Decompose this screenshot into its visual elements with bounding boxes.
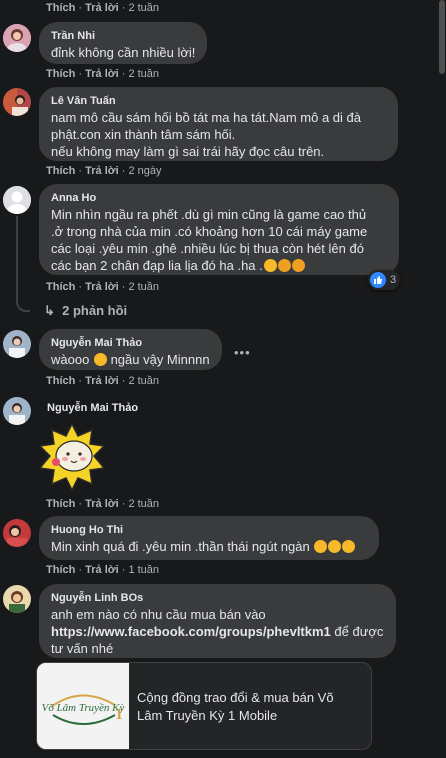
avatar[interactable] bbox=[3, 519, 31, 547]
comment-actions: Thích · Trả lời · 2 tuần bbox=[46, 2, 160, 14]
avatar[interactable] bbox=[3, 88, 31, 116]
scrollbar-thumb[interactable] bbox=[439, 0, 445, 74]
avatar[interactable] bbox=[3, 585, 31, 613]
comment-text-line: phật.con xin thành tâm sám hối. bbox=[51, 127, 236, 142]
avatar[interactable] bbox=[3, 397, 31, 425]
star-struck-emoji bbox=[314, 540, 328, 553]
avatar-image bbox=[3, 88, 31, 116]
svg-text:1: 1 bbox=[115, 706, 123, 723]
avatar-image bbox=[3, 397, 31, 425]
comment-bubble: Trần Nhi đỉnk không cần nhiều lời! bbox=[39, 22, 207, 64]
view-replies-button[interactable]: ↳ 2 phản hồi bbox=[44, 303, 127, 319]
sticker-image[interactable] bbox=[36, 422, 108, 492]
star-struck-emoji bbox=[291, 259, 305, 272]
comment-text-line: nam mô cầu sám hối bồ tát ma ha tát.Nam … bbox=[51, 110, 361, 125]
author-name[interactable]: Nguyễn Mai Thảo bbox=[51, 336, 210, 351]
reply-link[interactable]: Trả lời bbox=[85, 498, 119, 510]
timestamp[interactable]: 2 tuần bbox=[128, 2, 159, 14]
comment-actions: Thích · Trả lời · 2 tuần bbox=[46, 281, 160, 293]
reaction-count: 3 bbox=[390, 274, 397, 286]
author-name[interactable]: Nguyễn Linh BOs bbox=[51, 591, 384, 606]
reaction-summary[interactable]: 3 bbox=[368, 270, 401, 290]
comment-text-line: anh em nào có nhu cầu mua bán vào bbox=[51, 607, 266, 622]
reply-link[interactable]: Trả lời bbox=[85, 375, 119, 387]
like-link[interactable]: Thích bbox=[46, 2, 75, 14]
comment-text: đỉnk không cần nhiều lời! bbox=[51, 45, 196, 60]
star-struck-emoji bbox=[263, 259, 277, 272]
comment-actions: Thích · Trả lời · 2 tuần bbox=[46, 375, 160, 387]
comment-bubble: Nguyễn Linh BOs anh em nào có nhu cầu mu… bbox=[39, 584, 396, 658]
avatar-image bbox=[3, 24, 31, 52]
like-reaction-icon bbox=[370, 272, 386, 288]
comment-text-line: các loại .yêu min .ghê .nhiều lúc bị thu… bbox=[51, 241, 364, 256]
timestamp[interactable]: 2 ngày bbox=[128, 165, 161, 177]
like-link[interactable]: Thích bbox=[46, 375, 75, 387]
comment-text: wàooo ngầu vậy Minnnn bbox=[51, 352, 210, 367]
avatar[interactable] bbox=[3, 330, 31, 358]
more-options-icon[interactable]: ••• bbox=[234, 345, 251, 360]
avatar-image bbox=[3, 519, 31, 547]
reply-link[interactable]: Trả lời bbox=[85, 165, 119, 177]
author-name[interactable]: Nguyễn Mai Thảo bbox=[47, 401, 138, 416]
reply-link[interactable]: Trả lời bbox=[85, 564, 119, 576]
reply-arrow-icon: ↳ bbox=[44, 303, 55, 318]
sticker-cute-face-icon bbox=[38, 422, 106, 492]
kissing-emoji bbox=[328, 540, 342, 553]
timestamp[interactable]: 2 tuần bbox=[128, 281, 159, 293]
link-preview-card[interactable]: Võ Lâm Truyền Kỳ 1 Cộng đồng trao đổi & … bbox=[36, 662, 372, 750]
comment-bubble: Anna Ho Min nhìn ngầu ra phết .dù gì min… bbox=[39, 184, 399, 275]
like-link[interactable]: Thích bbox=[46, 564, 75, 576]
avatar[interactable] bbox=[3, 186, 31, 214]
default-avatar-icon bbox=[3, 186, 31, 214]
comment-bubble: Huong Ho Thi Min xinh quá đi .yêu min .t… bbox=[39, 516, 379, 560]
avatar-image bbox=[3, 585, 31, 613]
comment-text-line: tư vấn nhé bbox=[51, 641, 114, 656]
comment-text-line: các bạn 2 chân đạp lia lịa đó ha .ha . bbox=[51, 257, 387, 274]
link-preview-thumbnail: Võ Lâm Truyền Kỳ 1 bbox=[37, 663, 129, 749]
comment-actions: Thích · Trả lời · 2 tuần bbox=[46, 498, 160, 510]
author-name[interactable]: Lê Văn Tuấn bbox=[51, 94, 386, 109]
reply-link[interactable]: Trả lời bbox=[85, 68, 119, 80]
thread-line bbox=[16, 216, 18, 300]
author-name[interactable]: Trần Nhi bbox=[51, 29, 195, 44]
comment-actions: Thích · Trả lời · 2 ngày bbox=[46, 165, 162, 177]
link-preview-title: Cộng đồng trao đổi & mua bán Võ Lâm Truy… bbox=[137, 690, 334, 723]
comment-text-line: Min nhìn ngầu ra phết .dù gì min cũng là… bbox=[51, 207, 367, 222]
author-name[interactable]: Huong Ho Thi bbox=[51, 523, 367, 538]
timestamp[interactable]: 2 tuần bbox=[128, 498, 159, 510]
author-name[interactable]: Anna Ho bbox=[51, 191, 387, 206]
comment-text-line: .ở trong nhà của min .có khoảng hơn 10 c… bbox=[51, 224, 368, 239]
like-link[interactable]: Thích bbox=[46, 281, 75, 293]
group-link[interactable]: https://www.facebook.com/groups/phevltkm… bbox=[51, 624, 331, 639]
comment-text-line: nếu không may làm gì sai trái hãy đọc câ… bbox=[51, 144, 325, 159]
comment-actions: Thích · Trả lời · 1 tuần bbox=[46, 564, 160, 576]
timestamp[interactable]: 2 tuần bbox=[128, 68, 159, 80]
thread-curve bbox=[16, 298, 30, 312]
comment-actions: Thích · Trả lời · 2 tuần bbox=[46, 68, 160, 80]
vo-lam-logo-icon: Võ Lâm Truyền Kỳ 1 bbox=[37, 663, 129, 749]
like-link[interactable]: Thích bbox=[46, 165, 75, 177]
timestamp[interactable]: 2 tuần bbox=[128, 375, 159, 387]
avatar[interactable] bbox=[3, 24, 31, 52]
svg-text:Võ Lâm Truyền Kỳ: Võ Lâm Truyền Kỳ bbox=[42, 702, 125, 714]
shocked-emoji bbox=[93, 353, 107, 366]
reply-link[interactable]: Trả lời bbox=[85, 281, 119, 293]
avatar-image bbox=[3, 330, 31, 358]
reply-link[interactable]: Trả lời bbox=[85, 2, 119, 14]
timestamp[interactable]: 1 tuần bbox=[128, 564, 159, 576]
like-link[interactable]: Thích bbox=[46, 498, 75, 510]
comment-text: Min xinh quá đi .yêu min .thần thái ngút… bbox=[51, 538, 367, 555]
comment-bubble: Nguyễn Mai Thảo wàooo ngầu vậy Minnnn bbox=[39, 329, 222, 370]
kissing-emoji bbox=[342, 540, 356, 553]
like-link[interactable]: Thích bbox=[46, 68, 75, 80]
comment-text-line: https://www.facebook.com/groups/phevltkm… bbox=[51, 624, 384, 639]
scrollbar[interactable] bbox=[438, 0, 446, 758]
star-struck-emoji bbox=[277, 259, 291, 272]
comment-bubble: Lê Văn Tuấn nam mô cầu sám hối bồ tát ma… bbox=[39, 87, 398, 161]
